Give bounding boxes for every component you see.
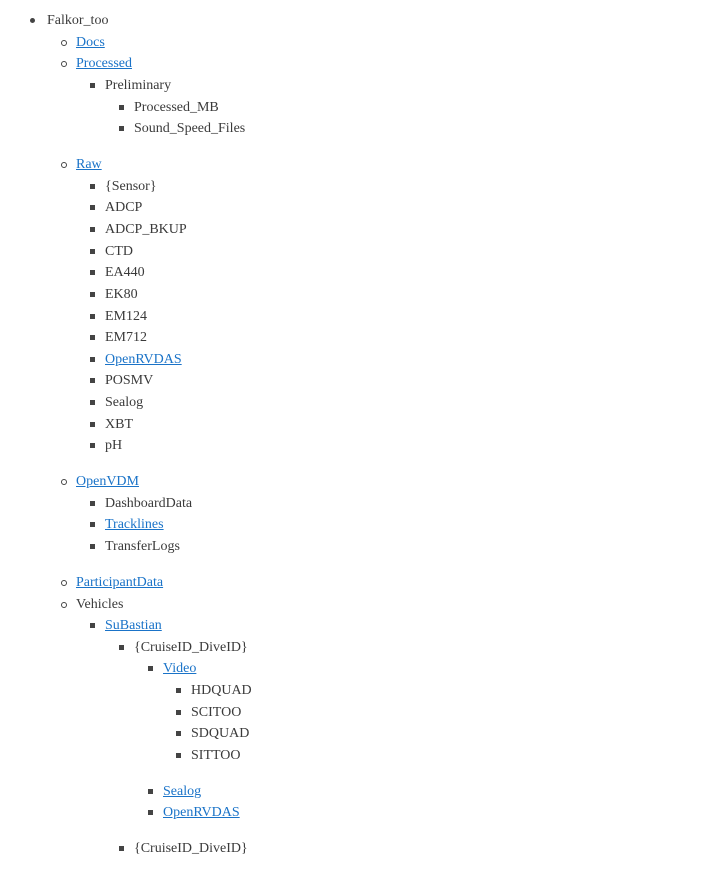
bullet-icon	[90, 263, 96, 283]
processed-link[interactable]: Processed	[76, 54, 132, 74]
sound-speed-files-label: Sound_Speed_Files	[134, 121, 246, 136]
bullet-icon	[61, 33, 67, 53]
bullet-icon	[148, 803, 154, 823]
preliminary-label: Preliminary	[105, 78, 172, 93]
bullet-icon	[90, 350, 96, 370]
bullet-icon	[90, 393, 96, 413]
bullet-icon	[119, 98, 125, 118]
bullet-icon	[119, 839, 125, 859]
openrvdas-link[interactable]: OpenRVDAS	[163, 803, 240, 823]
raw-openrvdas-link[interactable]: OpenRVDAS	[105, 350, 182, 370]
bullet-icon	[176, 681, 182, 701]
raw-item-label: XBT	[105, 417, 133, 432]
cruise-dive-label: {CruiseID_DiveID}	[134, 640, 248, 655]
bullet-icon	[90, 220, 96, 240]
bullet-icon	[61, 54, 67, 74]
raw-item-label: {Sensor}	[105, 179, 157, 194]
bullet-icon	[148, 659, 154, 679]
video-item-label: HDQUAD	[191, 683, 252, 698]
cruise-dive-label: {CruiseID_DiveID}	[134, 841, 248, 856]
participant-data-link[interactable]: ParticipantData	[76, 573, 163, 593]
bullet-icon	[30, 11, 36, 31]
bullet-icon	[90, 436, 96, 456]
bullet-icon	[148, 782, 154, 802]
bullet-icon	[176, 746, 182, 766]
bullet-icon	[90, 494, 96, 514]
bullet-icon	[90, 198, 96, 218]
openvdm-item-label: TransferLogs	[105, 539, 180, 554]
bullet-icon	[61, 595, 67, 615]
raw-item-label: EM124	[105, 309, 147, 324]
docs-link[interactable]: Docs	[76, 33, 105, 53]
raw-link[interactable]: Raw	[76, 155, 102, 175]
bullet-icon	[90, 242, 96, 262]
bullet-icon	[176, 703, 182, 723]
bullet-icon	[61, 472, 67, 492]
raw-item-label: pH	[105, 438, 123, 453]
raw-item-label: EA440	[105, 265, 145, 280]
bullet-icon	[90, 328, 96, 348]
openvdm-link[interactable]: OpenVDM	[76, 472, 139, 492]
vehicles-label: Vehicles	[76, 597, 124, 612]
bullet-icon	[90, 515, 96, 535]
root-label: Falkor_too	[47, 13, 109, 28]
raw-item-label: ADCP_BKUP	[105, 222, 187, 237]
bullet-icon	[90, 415, 96, 435]
raw-item-label: Sealog	[105, 395, 144, 410]
raw-item-label: ADCP	[105, 200, 143, 215]
bullet-icon	[90, 76, 96, 96]
raw-item-label: POSMV	[105, 373, 154, 388]
tracklines-link[interactable]: Tracklines	[105, 515, 164, 535]
video-item-label: SDQUAD	[191, 726, 250, 741]
bullet-icon	[90, 537, 96, 557]
bullet-icon	[90, 307, 96, 327]
bullet-icon	[90, 177, 96, 197]
bullet-icon	[119, 119, 125, 139]
bullet-icon	[61, 573, 67, 593]
processed-mb-label: Processed_MB	[134, 100, 219, 115]
raw-item-label: EK80	[105, 287, 138, 302]
openvdm-item-label: DashboardData	[105, 496, 193, 511]
bullet-icon	[90, 616, 96, 636]
video-link[interactable]: Video	[163, 659, 196, 679]
bullet-icon	[119, 638, 125, 658]
raw-item-label: CTD	[105, 244, 133, 259]
sealog-link[interactable]: Sealog	[163, 782, 201, 802]
bullet-icon	[90, 371, 96, 391]
raw-item-label: EM712	[105, 330, 147, 345]
bullet-icon	[61, 155, 67, 175]
subastian-link[interactable]: SuBastian	[105, 616, 162, 636]
bullet-icon	[90, 285, 96, 305]
bullet-icon	[176, 724, 182, 744]
video-item-label: SITTOO	[191, 748, 241, 763]
video-item-label: SCITOO	[191, 705, 242, 720]
